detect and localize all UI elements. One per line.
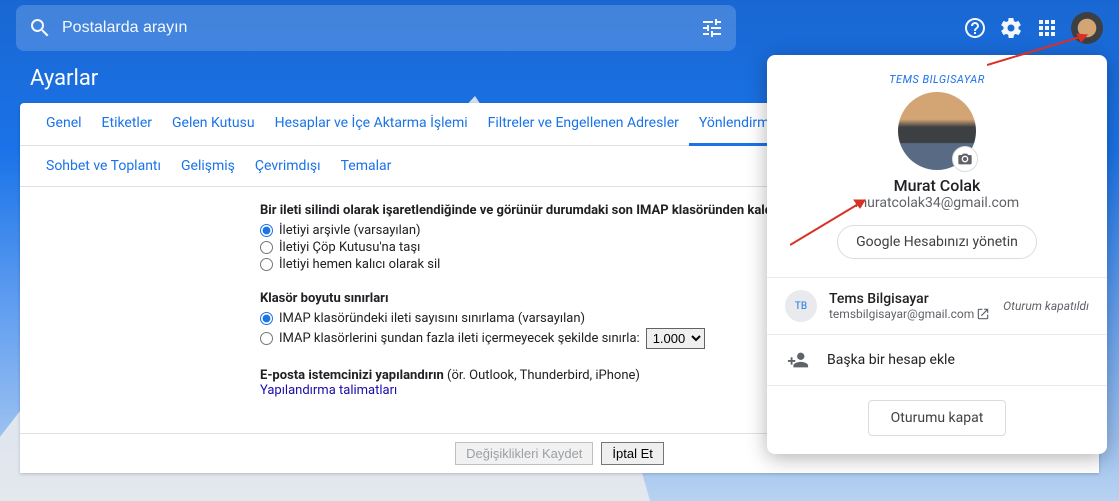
tune-icon[interactable]: [700, 16, 724, 40]
configure-hint: (ör. Outlook, Thunderbird, iPhone): [447, 368, 640, 383]
change-avatar-button[interactable]: [952, 146, 978, 172]
configure-heading: E-posta istemcinizi yapılandırın: [260, 368, 444, 383]
tab-advanced[interactable]: Gelişmiş: [171, 146, 245, 186]
tab-chat-meet[interactable]: Sohbet ve Toplantı: [36, 146, 171, 186]
config-instructions-link[interactable]: Yapılandırma talimatları: [260, 383, 397, 398]
sign-out-button[interactable]: Oturumu kapat: [868, 400, 1007, 436]
brand-logo: TEMS BILGISAYAR: [767, 73, 1107, 86]
account-popover: TEMS BILGISAYAR Murat Colak muratcolak34…: [767, 55, 1107, 454]
person-add-icon: [787, 349, 809, 371]
annotation-arrow-2: [790, 190, 880, 250]
other-account-email: temsbilgisayar@gmail.com: [829, 307, 974, 321]
other-account-status: Oturum kapatıldı: [1003, 299, 1089, 313]
limit-select[interactable]: 1.000: [646, 328, 705, 349]
other-account-name: Tems Bilgisayar: [829, 291, 991, 307]
help-icon[interactable]: [963, 16, 987, 40]
tab-themes[interactable]: Temalar: [331, 146, 402, 186]
tab-inbox[interactable]: Gelen Kutusu: [162, 103, 265, 145]
topbar: [0, 0, 1119, 48]
tab-filters-blocked[interactable]: Filtreler ve Engellenen Adresler: [478, 103, 689, 145]
open-in-new-icon: [976, 307, 990, 321]
search-box[interactable]: [16, 5, 736, 51]
tab-labels[interactable]: Etiketler: [92, 103, 162, 145]
camera-icon: [957, 151, 973, 167]
save-button: Değişiklikleri Kaydet: [455, 442, 593, 465]
search-input[interactable]: [52, 19, 700, 37]
other-account-row[interactable]: TB Tems Bilgisayar temsbilgisayar@gmail.…: [767, 278, 1107, 334]
cancel-button[interactable]: İptal Et: [601, 442, 663, 465]
tab-offline[interactable]: Çevrimdışı: [245, 146, 331, 186]
other-account-avatar: TB: [785, 290, 817, 322]
tab-general[interactable]: Genel: [36, 103, 92, 145]
tab-accounts-import[interactable]: Hesaplar ve İçe Aktarma İşlemi: [265, 103, 478, 145]
annotation-arrow-1: [987, 30, 1107, 70]
add-account-button[interactable]: Başka bir hesap ekle: [767, 335, 1107, 385]
search-icon: [28, 16, 52, 40]
account-avatar-large: [898, 92, 976, 170]
